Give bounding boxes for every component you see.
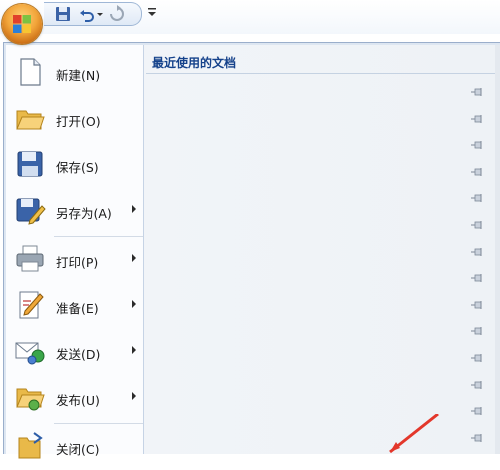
pin-icon[interactable] [471,114,483,124]
menu-item-label: 准备(E) [56,301,99,316]
send-mail-icon [15,342,45,365]
submenu-arrow-icon [132,300,136,308]
scrollbar[interactable] [495,45,500,454]
close-document-icon [18,432,43,459]
menu-item-send[interactable]: 发送(D) [6,329,143,375]
menu-commands-pane: 新建(N) 打开(O) 保存(S) 另存为(A) 打印(P) 准备(E) 发送(… [6,45,144,459]
office-logo-icon [13,15,31,33]
divider [146,73,500,74]
publish-folder-icon [16,388,45,411]
save-floppy-icon [17,151,43,177]
title-bar [0,0,500,34]
pin-icon[interactable] [471,380,483,390]
pin-icon[interactable] [471,433,483,443]
quick-access-toolbar [44,2,142,26]
menu-item-save-as[interactable]: 另存为(A) [6,188,143,234]
customize-toolbar-icon[interactable] [145,4,159,20]
annotation-arrow [389,414,439,454]
pin-icon[interactable] [471,273,483,283]
pin-icon[interactable] [471,353,483,363]
undo-icon[interactable] [78,5,96,23]
new-document-icon [20,58,41,86]
pin-icon[interactable] [471,167,483,177]
office-button[interactable] [2,4,42,44]
menu-item-save[interactable]: 保存(S) [6,142,143,188]
menu-item-open[interactable]: 打开(O) [6,96,143,142]
prepare-document-icon [19,291,44,319]
menu-item-label: 发布(U) [56,393,100,408]
pin-icon[interactable] [471,406,483,416]
submenu-arrow-icon [132,254,136,262]
pin-icon[interactable] [471,87,483,97]
submenu-arrow-icon [132,205,136,213]
save-icon[interactable] [54,5,72,23]
recent-documents-title: 最近使用的文档 [152,56,237,70]
menu-item-label: 打开(O) [56,114,101,129]
printer-icon [16,245,44,272]
pin-icon[interactable] [471,300,483,310]
submenu-arrow-icon [132,346,136,354]
menu-item-label: 打印(P) [56,255,99,270]
pin-icon[interactable] [471,140,483,150]
menu-item-label: 新建(N) [56,68,101,83]
pin-icon[interactable] [471,193,483,203]
menu-item-publish[interactable]: 发布(U) [6,375,143,421]
menu-item-new[interactable]: 新建(N) [6,50,143,96]
menu-item-label: 关闭(C) [56,442,100,457]
pin-icon[interactable] [471,247,483,257]
recent-documents-pane: 最近使用的文档 [144,45,500,454]
office-menu: 新建(N) 打开(O) 保存(S) 另存为(A) 打印(P) 准备(E) 发送(… [3,42,500,459]
save-as-icon [16,198,46,225]
menu-item-label: 保存(S) [56,160,99,175]
menu-item-label: 发送(D) [56,347,101,362]
submenu-arrow-icon [132,392,136,400]
menu-item-label: 另存为(A) [56,206,112,221]
menu-item-close[interactable]: 关闭(C) [6,424,143,470]
undo-dropdown-icon[interactable] [96,5,104,23]
menu-item-print[interactable]: 打印(P) [6,237,143,283]
redo-icon[interactable] [108,5,126,23]
pin-icon[interactable] [471,220,483,230]
open-folder-icon [16,110,45,130]
menu-item-prepare[interactable]: 准备(E) [6,283,143,329]
pin-icon[interactable] [471,326,483,336]
